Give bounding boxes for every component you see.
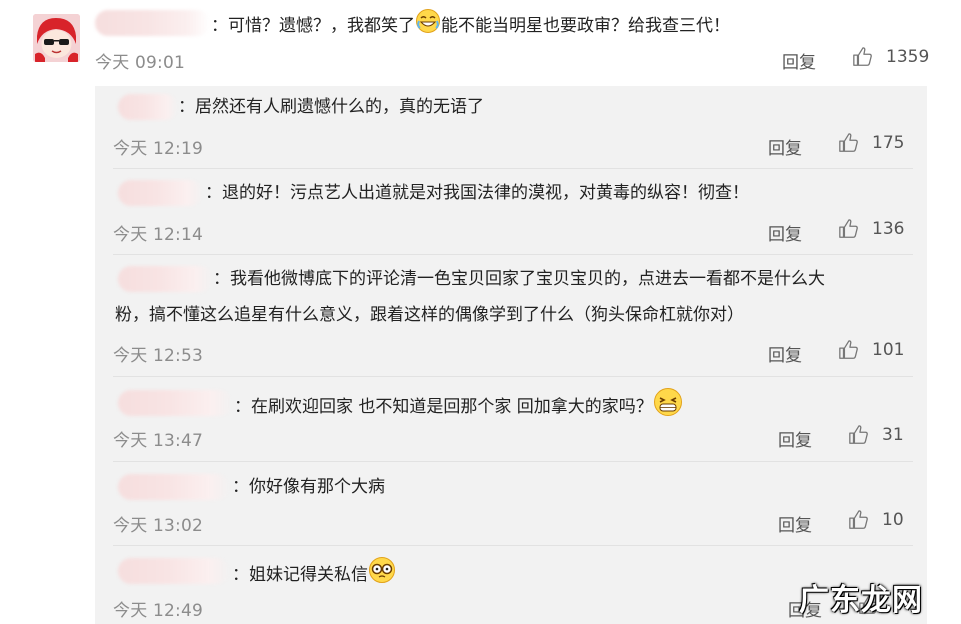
like-count: 136 xyxy=(872,219,905,239)
reply-text: ：退的好！污点艺人出道就是对我国法律的漠视，对黄毒的纵容！彻查！ xyxy=(205,183,749,203)
reply-time: 今天 12:14 xyxy=(113,225,203,245)
divider xyxy=(113,376,913,377)
reply-username-blurred[interactable] xyxy=(118,558,230,584)
reply-time: 今天 12:49 xyxy=(113,601,203,621)
reply-username-blurred[interactable] xyxy=(118,180,203,206)
reply-button[interactable]: 回复 xyxy=(778,426,812,451)
reply-username-blurred[interactable] xyxy=(118,94,178,120)
watermark: 广东龙网 xyxy=(799,583,923,618)
reply-text-content: ：姐妹记得关私信 xyxy=(232,565,368,585)
reply-button[interactable]: 回复 xyxy=(782,48,816,73)
like-button[interactable]: 31 xyxy=(848,424,904,446)
reply-text-line2: 粉，搞不懂这么追星有什么意义，跟着这样的偶像学到了什么（狗头保命杠就你对） xyxy=(115,305,744,325)
reply-text: ：姐妹记得关私信 xyxy=(232,556,396,594)
thumbs-up-icon xyxy=(849,425,868,444)
reply-text: ：你好像有那个大病 xyxy=(232,477,385,497)
like-button[interactable]: 175 xyxy=(838,132,904,154)
like-count: 101 xyxy=(872,340,905,360)
like-count: 10 xyxy=(882,510,904,530)
comment-text-part1: ：可惜？遗憾？，我都笑了 xyxy=(211,16,415,36)
replies-container xyxy=(95,86,927,624)
grin-emoji-icon xyxy=(653,387,683,427)
comment-text-part2: 能不能当明星也要政审？给我查三代！ xyxy=(441,16,730,36)
reply-text-content: ：在刷欢迎回家 也不知道是回那个家 回加拿大的家吗？ xyxy=(234,397,653,417)
thumbs-up-icon xyxy=(839,340,858,359)
reply-text: ：在刷欢迎回家 也不知道是回那个家 回加拿大的家吗？ xyxy=(234,387,683,427)
reply-text: ：我看他微博底下的评论清一色宝贝回家了宝贝宝贝的，点进去一看都不是什么大 xyxy=(213,269,825,289)
laughing-emoji-icon xyxy=(415,8,441,44)
like-button[interactable]: 10 xyxy=(848,509,904,531)
reply-username-blurred[interactable] xyxy=(118,266,213,292)
thumbs-up-icon xyxy=(849,510,868,529)
divider xyxy=(113,254,913,255)
reply-time: 今天 12:19 xyxy=(113,139,203,159)
reply-time: 今天 13:47 xyxy=(113,431,203,451)
reply-time: 今天 13:02 xyxy=(113,516,203,536)
reply-time: 今天 12:53 xyxy=(113,346,203,366)
reply-username-blurred[interactable] xyxy=(118,390,233,416)
divider xyxy=(113,168,913,169)
reply-username-blurred[interactable] xyxy=(118,474,230,500)
like-button[interactable]: 136 xyxy=(838,218,904,240)
main-comment: ：可惜？遗憾？，我都笑了 能不能当明星也要政审？给我查三代！ 今天 09:01 … xyxy=(0,0,961,80)
comment-text: ：可惜？遗憾？，我都笑了 能不能当明星也要政审？给我查三代！ xyxy=(211,8,730,44)
thumbs-up-icon xyxy=(839,219,858,238)
avatar[interactable] xyxy=(33,14,80,62)
divider xyxy=(113,545,913,546)
like-button[interactable]: 1359 xyxy=(852,46,929,68)
reply-button[interactable]: 回复 xyxy=(768,134,802,159)
glasses-emoji-icon xyxy=(368,556,396,594)
reply-button[interactable]: 回复 xyxy=(778,511,812,536)
like-count: 31 xyxy=(882,425,904,445)
comment-time: 今天 09:01 xyxy=(95,53,185,73)
like-count: 175 xyxy=(872,133,905,153)
thumbs-up-icon xyxy=(839,133,858,152)
divider xyxy=(113,461,913,462)
reply-text: ：居然还有人刷遗憾什么的，真的无语了 xyxy=(178,97,484,117)
like-button[interactable]: 101 xyxy=(838,339,904,361)
reply-button[interactable]: 回复 xyxy=(768,341,802,366)
like-count: 1359 xyxy=(886,47,930,67)
username-blurred[interactable] xyxy=(95,10,210,36)
reply-button[interactable]: 回复 xyxy=(768,220,802,245)
thumbs-up-icon xyxy=(853,47,872,66)
